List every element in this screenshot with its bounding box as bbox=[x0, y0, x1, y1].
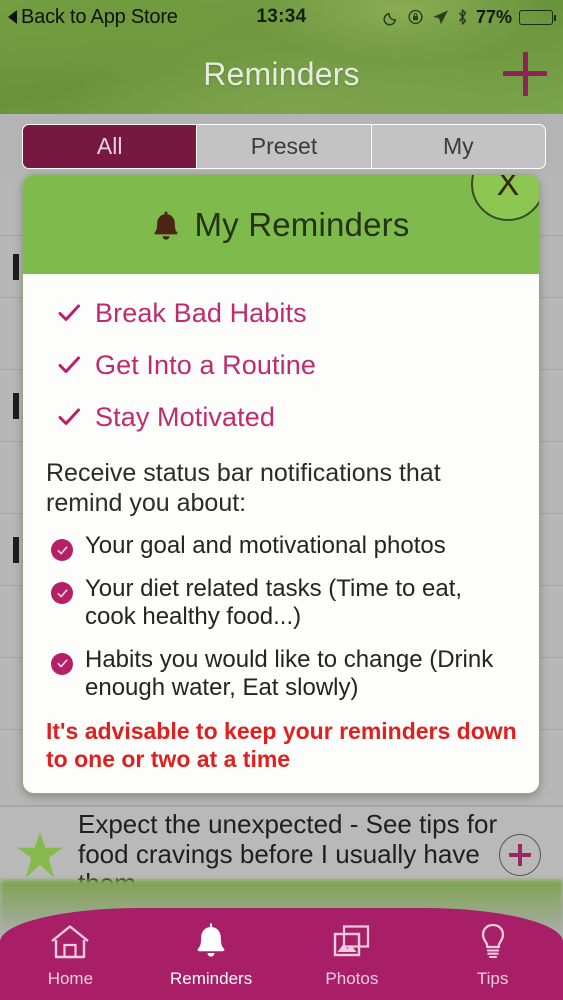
bottom-tab-bar: Home Reminders Photos Tips bbox=[0, 908, 563, 1000]
tab-all[interactable]: All bbox=[23, 125, 198, 168]
bell-icon bbox=[193, 920, 229, 964]
lightbulb-icon bbox=[478, 920, 508, 964]
checklist-item-label: Get Into a Routine bbox=[95, 349, 316, 380]
home-icon bbox=[49, 920, 91, 964]
segmented-control[interactable]: All Preset My bbox=[22, 124, 546, 169]
checklist-item: Break Bad Habits bbox=[57, 290, 519, 336]
check-circle-icon bbox=[51, 652, 73, 675]
checklist-item-label: Stay Motivated bbox=[95, 401, 275, 432]
check-icon bbox=[57, 405, 81, 429]
my-reminders-modal: My Reminders X Break Bad Habits Get Into… bbox=[22, 174, 540, 795]
status-bar: Back to App Store 13:34 77% bbox=[0, 0, 563, 34]
checklist-item: Get Into a Routine bbox=[57, 342, 519, 388]
modal-header: My Reminders bbox=[23, 175, 539, 274]
bullet-list-item-label: Habits you would like to change (Drink e… bbox=[85, 645, 494, 701]
tab-home[interactable]: Home bbox=[10, 920, 130, 989]
bell-icon bbox=[152, 210, 180, 240]
tab-home-label: Home bbox=[47, 969, 94, 988]
bullet-list-item: Your diet related tasks (Time to eat, co… bbox=[51, 575, 519, 632]
status-bar-indicators: 77% bbox=[383, 6, 556, 28]
check-icon bbox=[57, 301, 81, 325]
checklist-item: Stay Motivated bbox=[57, 394, 519, 440]
row-marker bbox=[13, 253, 19, 280]
location-arrow-icon bbox=[432, 9, 449, 26]
bullet-list-item-label: Your goal and motivational photos bbox=[85, 532, 446, 559]
moon-do-not-disturb-icon bbox=[383, 9, 400, 26]
row-marker bbox=[13, 392, 19, 419]
page-title: Reminders bbox=[203, 55, 360, 92]
bluetooth-icon bbox=[456, 8, 469, 26]
modal-title: My Reminders bbox=[194, 205, 410, 243]
tab-reminders-label: Reminders bbox=[170, 969, 253, 988]
tab-photos-label: Photos bbox=[325, 969, 379, 988]
row-marker bbox=[13, 536, 19, 563]
modal-intro-text: Receive status bar notifications that re… bbox=[46, 459, 441, 517]
tab-tips-label: Tips bbox=[476, 969, 509, 988]
check-icon bbox=[57, 353, 81, 377]
tab-preset[interactable]: Preset bbox=[197, 125, 372, 168]
add-reminder-button[interactable] bbox=[503, 52, 547, 96]
tab-my[interactable]: My bbox=[372, 125, 545, 168]
bullet-list-item: Habits you would like to change (Drink e… bbox=[51, 646, 519, 703]
battery-icon bbox=[519, 9, 556, 25]
app-screen: Back to App Store 13:34 77% Reminders Al… bbox=[0, 0, 563, 1000]
nav-bar: Reminders bbox=[0, 34, 563, 114]
check-circle-icon bbox=[51, 582, 73, 604]
rotation-lock-icon bbox=[407, 8, 425, 26]
modal-warning-text: It's advisable to keep your reminders do… bbox=[46, 718, 517, 772]
modal-body: Break Bad Habits Get Into a Routine Stay… bbox=[23, 274, 539, 793]
photos-icon bbox=[331, 920, 373, 964]
tab-reminders[interactable]: Reminders bbox=[151, 920, 271, 989]
tab-tips[interactable]: Tips bbox=[433, 920, 553, 989]
bullet-list-item-label: Your diet related tasks (Time to eat, co… bbox=[85, 575, 463, 631]
battery-percent-label: 77% bbox=[475, 6, 512, 27]
star-icon bbox=[16, 831, 64, 878]
tab-photos[interactable]: Photos bbox=[292, 920, 412, 989]
add-tip-button[interactable] bbox=[499, 833, 541, 876]
check-circle-icon bbox=[51, 539, 73, 561]
checklist-item-label: Break Bad Habits bbox=[95, 297, 307, 328]
bullet-list-item: Your goal and motivational photos bbox=[51, 532, 519, 561]
